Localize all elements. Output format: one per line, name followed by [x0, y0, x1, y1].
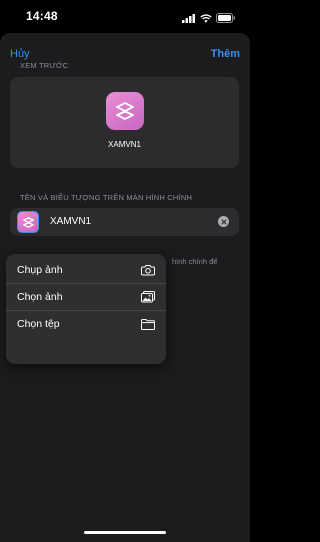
clear-icon	[220, 218, 227, 225]
cancel-button[interactable]: Hủy	[10, 48, 30, 60]
status-icons	[182, 10, 236, 28]
shortcuts-icon	[116, 102, 134, 120]
photo-library-icon	[141, 290, 155, 304]
menu-item-label: Chụp ảnh	[17, 263, 63, 276]
icon-source-menu: Chụp ảnh Chọn ảnh Chọn tệp	[6, 254, 166, 364]
home-indicator	[84, 531, 166, 534]
wifi-icon	[200, 10, 212, 28]
status-bar: 14:48	[0, 0, 250, 32]
signal-icon	[182, 10, 196, 28]
preview-app-name: XAMVN1	[108, 140, 141, 149]
menu-item-label: Chọn tệp	[17, 318, 60, 330]
app-icon-button[interactable]	[17, 211, 39, 233]
hint-text: hình chính để	[172, 257, 218, 266]
preview-card: XAMVN1	[10, 77, 239, 168]
folder-icon	[141, 317, 155, 331]
shortcuts-icon	[22, 216, 34, 228]
menu-item-label: Chọn ảnh	[17, 291, 63, 303]
home-screen-name-row: XAMVN1	[10, 208, 239, 236]
camera-icon	[141, 263, 155, 277]
name-input[interactable]: XAMVN1	[50, 216, 91, 227]
menu-item-choose-photo[interactable]: Chọn ảnh	[6, 283, 166, 310]
battery-icon	[216, 10, 236, 28]
menu-item-take-photo[interactable]: Chụp ảnh	[6, 256, 166, 283]
menu-item-choose-file[interactable]: Chọn tệp	[6, 310, 166, 337]
add-button[interactable]: Thêm	[211, 48, 240, 60]
app-icon-preview	[106, 92, 144, 130]
preview-section-label: XEM TRƯỚC	[20, 61, 69, 70]
clear-text-button[interactable]	[218, 216, 229, 227]
status-time: 14:48	[26, 9, 58, 23]
home-screen-section-label: TÊN VÀ BIỂU TƯỢNG TRÊN MÀN HÌNH CHÍNH	[20, 193, 193, 202]
